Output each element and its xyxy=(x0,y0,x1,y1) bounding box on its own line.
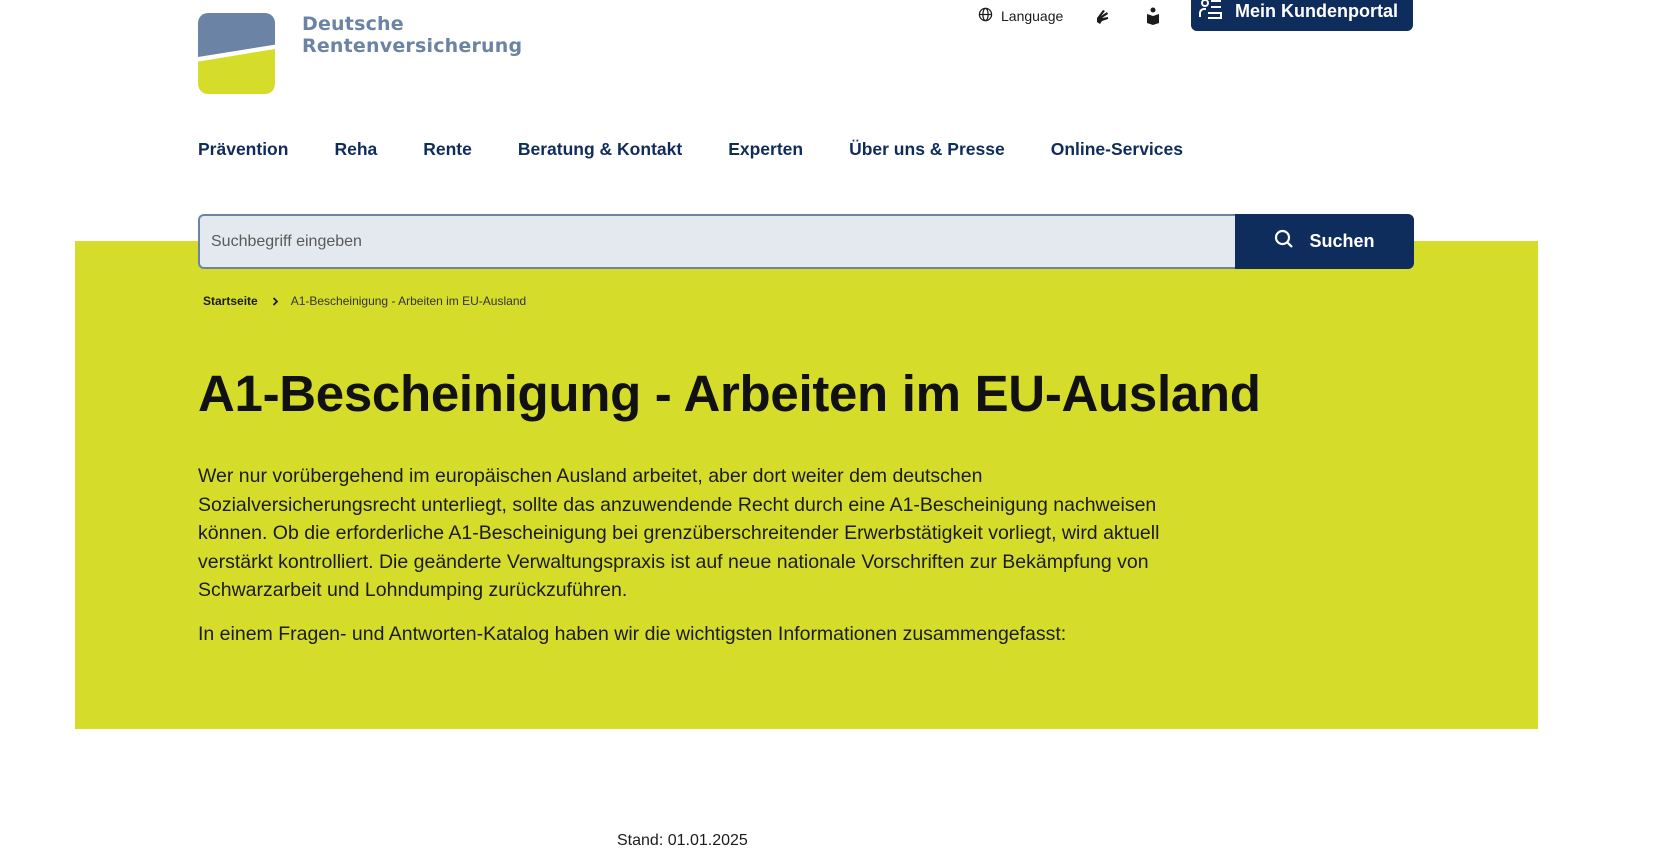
breadcrumb: Startseite A1-Bescheinigung - Arbeiten i… xyxy=(203,294,526,308)
breadcrumb-current: A1-Bescheinigung - Arbeiten im EU-Auslan… xyxy=(290,294,527,308)
stand-date: Stand: 01.01.2025 xyxy=(617,832,748,849)
language-switch[interactable]: Language xyxy=(978,7,1063,25)
page-title: A1-Bescheinigung - Arbeiten im EU-Auslan… xyxy=(198,365,1261,422)
search-bar: Suchen xyxy=(198,214,1414,269)
customer-portal-button[interactable]: Mein Kundenportal xyxy=(1191,0,1413,31)
easy-language-icon[interactable] xyxy=(1143,6,1163,26)
site-logo[interactable]: Deutsche Rentenversicherung xyxy=(198,13,522,94)
nav-item-experten[interactable]: Experten xyxy=(728,139,803,160)
globe-icon xyxy=(978,7,1001,25)
utility-bar: Language xyxy=(978,0,1163,32)
intro-paragraph: Wer nur vorübergehend im europäischen Au… xyxy=(198,465,1160,601)
sign-language-icon[interactable] xyxy=(1093,6,1113,26)
language-label: Language xyxy=(1001,8,1064,24)
portal-label: Mein Kundenportal xyxy=(1235,1,1398,21)
portal-user-icon xyxy=(1199,0,1235,26)
search-input[interactable] xyxy=(198,214,1235,269)
search-button[interactable]: Suchen xyxy=(1235,214,1414,269)
logo-line-1: Deutsche xyxy=(302,13,404,35)
nav-item-online-services[interactable]: Online-Services xyxy=(1051,139,1183,160)
nav-item-beratung-kontakt[interactable]: Beratung & Kontakt xyxy=(518,139,682,160)
nav-item-reha[interactable]: Reha xyxy=(334,139,377,160)
nav-item-praevention[interactable]: Prävention xyxy=(198,139,288,160)
logo-mark-icon xyxy=(198,13,275,94)
search-icon xyxy=(1274,229,1309,254)
logo-wordmark: Deutsche Rentenversicherung xyxy=(302,13,522,57)
intro-paragraph-2: In einem Fragen- und Antworten-Katalog h… xyxy=(198,623,1067,645)
chevron-right-icon xyxy=(272,296,279,306)
breadcrumb-home[interactable]: Startseite xyxy=(203,294,258,308)
search-button-label: Suchen xyxy=(1309,231,1375,251)
logo-line-2: Rentenversicherung xyxy=(302,35,523,57)
nav-item-rente[interactable]: Rente xyxy=(423,139,472,160)
main-navigation: Prävention Reha Rente Beratung & Kontakt… xyxy=(198,139,1229,160)
nav-item-ueber-uns-presse[interactable]: Über uns & Presse xyxy=(849,139,1005,160)
